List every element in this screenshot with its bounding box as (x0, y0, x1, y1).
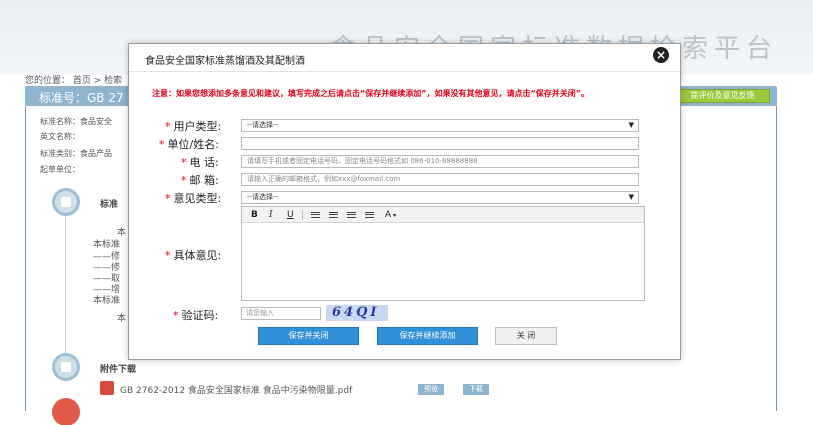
underline-button[interactable]: U (287, 209, 294, 221)
pdf-icon (100, 381, 114, 395)
breadcrumb: 您的位置： 首页 > 检索 (25, 76, 123, 86)
align-justify-icon[interactable] (365, 212, 374, 218)
modal-title: 食品安全国家标准蒸馏酒及其配制酒 (145, 56, 305, 67)
attachments-label: 附件下载 (100, 365, 137, 375)
standard-name-label: 标准名称：食品安全 (40, 117, 112, 126)
detail-label: * 具体意见: (165, 249, 222, 262)
opinion-type-label: * 意见类型: (165, 192, 222, 205)
opinion-type-select[interactable]: --请选择-- ▼ (241, 191, 639, 204)
unit-name-input[interactable] (241, 137, 639, 150)
font-color-button[interactable]: A ▾ (385, 209, 396, 222)
close-button[interactable]: 关 闭 (495, 327, 557, 345)
align-left-icon[interactable] (311, 212, 320, 218)
notice-text: 注意：如果您想添加多条意见和建议，填写完成之后请点击“保存并继续添加”，如果没有… (152, 89, 590, 98)
content-right-border (776, 106, 777, 411)
content-left-border (25, 106, 26, 411)
align-center-icon[interactable] (329, 212, 338, 218)
captcha-image[interactable]: 64QI (326, 305, 388, 321)
editor-toolbar: B I U A ▾ (242, 207, 644, 223)
chevron-down-icon: ▼ (628, 121, 634, 129)
drafter-label: 起草单位： (40, 165, 80, 174)
close-icon[interactable]: × (653, 47, 669, 63)
modal-header: 食品安全国家标准蒸馏酒及其配制酒 × (129, 44, 680, 72)
standard-number: 标准号：GB 27 (39, 91, 124, 105)
english-name-label: 英文名称： (40, 132, 80, 141)
detail-editor[interactable]: B I U A ▾ (241, 206, 645, 301)
download-button[interactable]: 下载 (463, 384, 489, 395)
page: 食品安全国家标准数据检索平台 您的位置： 首页 > 检索 标准号：GB 27 提… (0, 0, 813, 425)
section-label: 标准 (100, 200, 119, 210)
captcha-label: * 验证码: (173, 309, 219, 322)
bold-button[interactable]: B (251, 209, 258, 221)
save-continue-button[interactable]: 保存并继续添加 (377, 327, 478, 345)
unit-name-label: * 单位/姓名: (159, 138, 219, 151)
category-label: 标准类别：食品产品 (40, 149, 112, 158)
phone-label: * 电 话: (181, 156, 219, 169)
text-line: 本 (117, 314, 127, 324)
chevron-down-icon: ▼ (628, 193, 634, 201)
document-icon (52, 188, 80, 216)
save-close-button[interactable]: 保存并关闭 (258, 327, 359, 345)
preview-button[interactable]: 预览 (418, 384, 444, 395)
toolbar-divider (302, 210, 303, 220)
feedback-button[interactable]: 提评价及意见反馈 (675, 89, 770, 103)
italic-button[interactable]: I (269, 209, 273, 221)
attachment-file-name[interactable]: GB 2762-2012 食品安全国家标准 食品中污染物限量.pdf (120, 383, 352, 396)
email-label: * 邮 箱: (181, 174, 219, 187)
user-type-select[interactable]: --请选择-- ▼ (241, 119, 639, 132)
email-input[interactable]: 请输入正确的邮箱格式，例如xxx@foxmail.com (241, 173, 639, 186)
captcha-input[interactable]: 请您输入 (241, 307, 321, 320)
phone-input[interactable]: 请填写手机或者固定电话号码，固定电话号码格式如 086-010-88888888 (241, 155, 639, 168)
user-type-label: * 用户类型: (165, 120, 222, 133)
feedback-modal: 食品安全国家标准蒸馏酒及其配制酒 × 注意：如果您想添加多条意见和建议，填写完成… (128, 43, 681, 360)
timeline-line (65, 215, 66, 355)
next-section-icon (52, 398, 80, 425)
text-line: 本标准 (93, 296, 121, 306)
align-right-icon[interactable] (347, 212, 356, 218)
paperclip-icon (52, 353, 80, 381)
